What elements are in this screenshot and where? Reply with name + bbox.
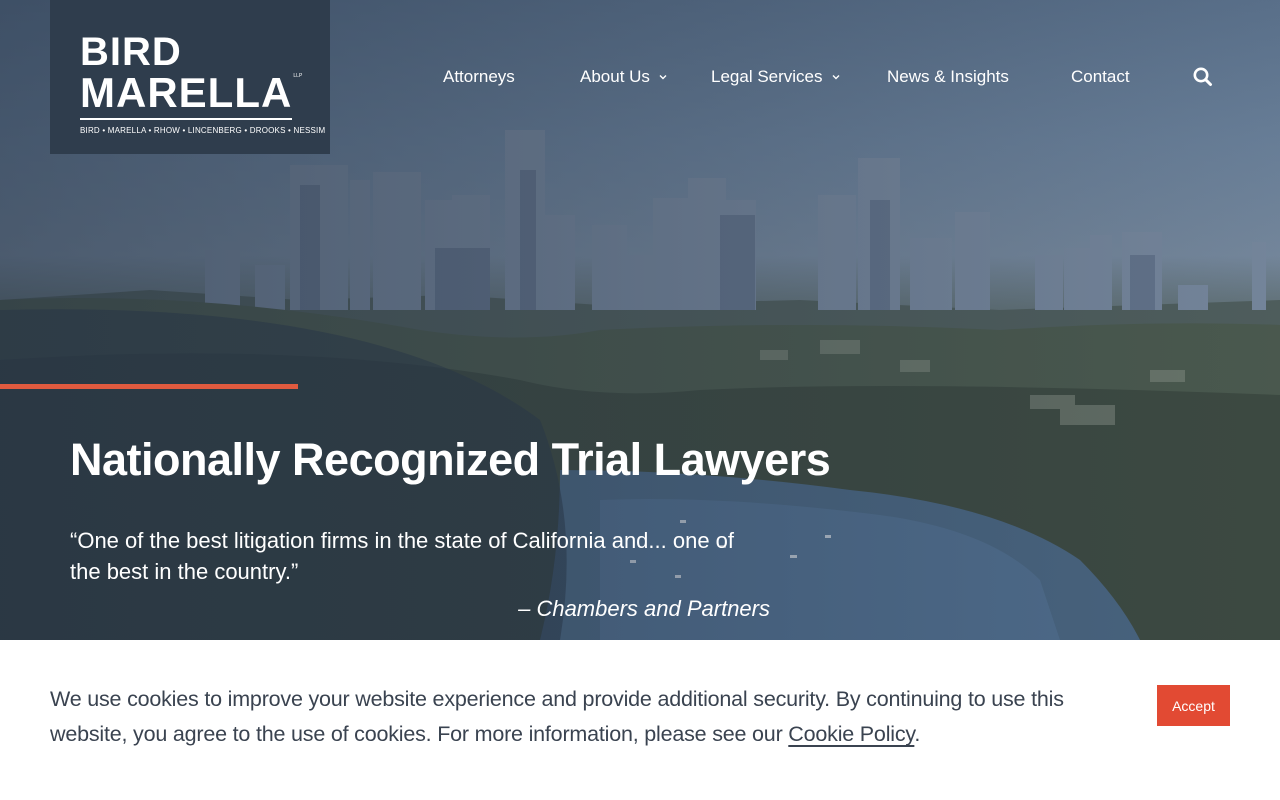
nav-item-contact[interactable]: Contact xyxy=(1071,66,1130,88)
quote-attribution: – Chambers and Partners xyxy=(518,596,770,621)
search-icon xyxy=(1193,67,1212,86)
main-nav: Attorneys About Us Legal Services News &… xyxy=(0,66,1280,90)
cookie-banner: We use cookies to improve your website e… xyxy=(0,640,1280,800)
nav-item-news-insights[interactable]: News & Insights xyxy=(887,66,1009,88)
logo-partner-names: BIRD • MARELLA • RHOW • LINCENBERG • DRO… xyxy=(80,126,326,135)
hero-headline: Nationally Recognized Trial Lawyers xyxy=(70,434,831,485)
cookie-policy-link[interactable]: Cookie Policy xyxy=(788,722,914,746)
nav-item-label: Attorneys xyxy=(443,67,515,86)
nav-item-legal-services[interactable]: Legal Services xyxy=(711,66,841,88)
chevron-down-icon xyxy=(659,75,667,80)
nav-item-label: Contact xyxy=(1071,67,1130,86)
cookie-message-end: . xyxy=(914,722,921,746)
nav-item-about-us[interactable]: About Us xyxy=(580,66,668,88)
accept-cookies-button[interactable]: Accept xyxy=(1157,685,1230,726)
hero-banner: BIRD MARELLA LLP BIRD • MARELLA • RHOW •… xyxy=(0,0,1280,640)
accent-line xyxy=(0,384,298,389)
nav-item-label: About Us xyxy=(580,67,650,86)
search-button[interactable] xyxy=(1192,66,1214,88)
chevron-down-icon xyxy=(832,75,840,80)
cookie-message: We use cookies to improve your website e… xyxy=(50,682,1130,752)
nav-item-label: News & Insights xyxy=(887,67,1009,86)
hero-quote: “One of the best litigation firms in the… xyxy=(70,528,735,584)
nav-item-label: Legal Services xyxy=(711,67,823,86)
nav-item-attorneys[interactable]: Attorneys xyxy=(443,66,515,88)
